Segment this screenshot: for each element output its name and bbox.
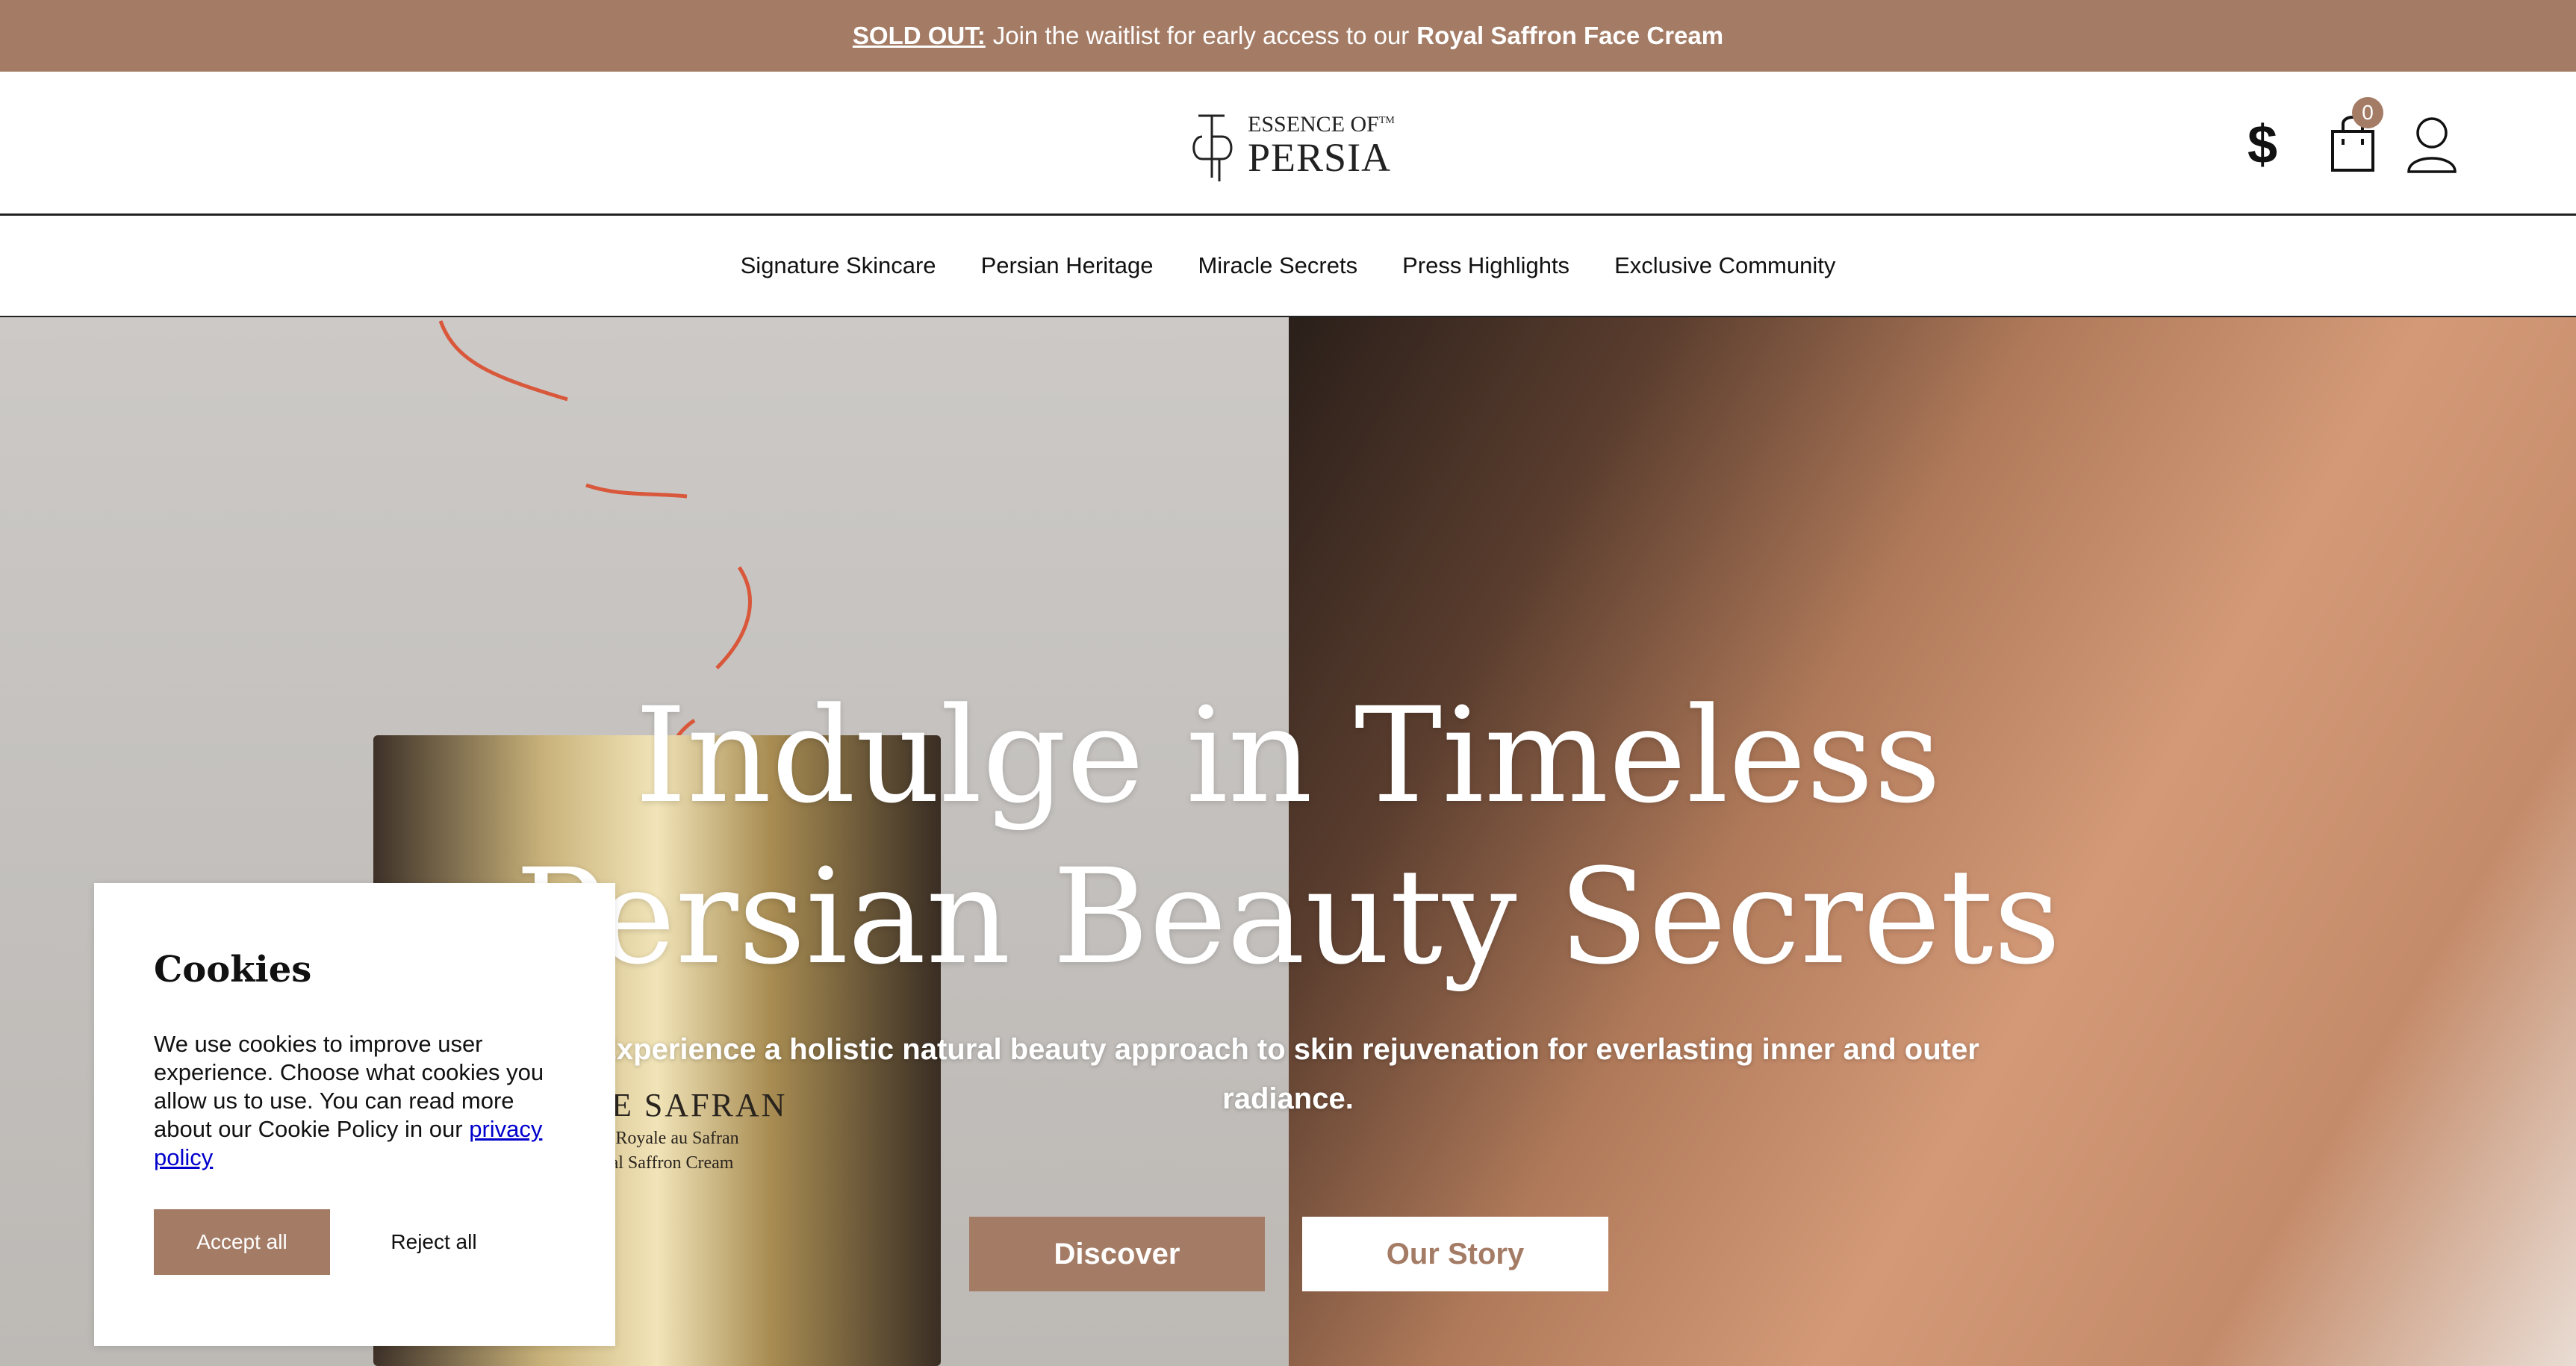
announcement-message: Join the waitlist for early access to ou… — [992, 22, 1410, 49]
logo[interactable]: ESSENCE OFTM PERSIA — [1183, 105, 1400, 187]
cookie-banner: Cookies We use cookies to improve user e… — [94, 883, 615, 1346]
hero-title-line1: Indulge in Timeless — [635, 679, 1941, 832]
sold-out-label: SOLD OUT: — [852, 22, 986, 49]
logo-line2: PERSIA — [1248, 135, 1392, 180]
announcement-product: Royal Saffron Face Cream — [1416, 22, 1724, 49]
announcement-bar[interactable]: SOLD OUT: Join the waitlist for early ac… — [0, 0, 2576, 72]
logo-line1: ESSENCE OF — [1248, 112, 1379, 137]
accept-all-button[interactable]: Accept all — [154, 1209, 330, 1275]
logo-tm: TM — [1378, 115, 1395, 126]
account-icon[interactable] — [2406, 115, 2458, 173]
nav-exclusive-community[interactable]: Exclusive Community — [1614, 252, 1835, 279]
reject-all-button[interactable]: Reject all — [348, 1209, 520, 1275]
nav-press-highlights[interactable]: Press Highlights — [1402, 252, 1569, 279]
nav-persian-heritage[interactable]: Persian Heritage — [981, 252, 1154, 279]
nav-signature-skincare[interactable]: Signature Skincare — [741, 252, 936, 279]
nav-miracle-secrets[interactable]: Miracle Secrets — [1198, 252, 1357, 279]
cart-count-badge: 0 — [2352, 97, 2383, 128]
our-story-button[interactable]: Our Story — [1302, 1217, 1608, 1291]
site-header: ESSENCE OFTM PERSIA $ 0 — [0, 72, 2576, 216]
cookie-text: We use cookies to improve user experienc… — [154, 1030, 572, 1172]
hero-subtitle: Experience a holistic natural beauty app… — [597, 1033, 1979, 1115]
logo-monogram-icon — [1192, 114, 1233, 181]
main-nav: Signature Skincare Persian Heritage Mira… — [0, 216, 2576, 318]
discover-button[interactable]: Discover — [969, 1217, 1265, 1291]
currency-selector[interactable]: $ — [2244, 115, 2281, 175]
cookie-title: Cookies — [154, 949, 312, 991]
